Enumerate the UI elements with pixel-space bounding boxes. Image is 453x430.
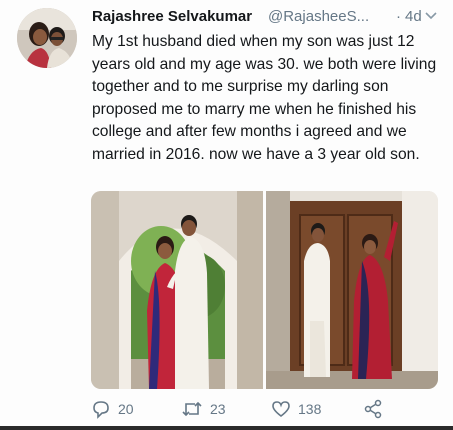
- reply-button[interactable]: 20: [91, 396, 134, 422]
- author-name[interactable]: Rajashree Selvakumar: [92, 8, 252, 25]
- tweet-actions: 20 23 138: [0, 396, 453, 422]
- avatar[interactable]: [17, 8, 77, 68]
- like-icon: [272, 401, 290, 418]
- share-button[interactable]: [363, 396, 383, 422]
- like-button[interactable]: 138: [271, 396, 321, 422]
- tweet-card[interactable]: Rajashree Selvakumar @RajasheeS... · 4d …: [0, 0, 453, 426]
- bottom-edge: [0, 426, 453, 430]
- author-handle[interactable]: @RajasheeS...: [268, 8, 369, 25]
- like-count: 138: [298, 401, 322, 417]
- chevron-down-icon[interactable]: [425, 12, 437, 20]
- share-icon: [364, 399, 382, 419]
- reply-icon: [93, 401, 109, 419]
- media-photo-2[interactable]: [266, 191, 438, 389]
- tweet-text: My 1st husband died when my son was just…: [92, 33, 437, 163]
- media-photo-1[interactable]: [91, 191, 263, 389]
- retweet-count: 23: [210, 401, 226, 417]
- separator-dot: ·: [396, 8, 401, 25]
- tweet-media[interactable]: [91, 191, 438, 389]
- retweet-button[interactable]: 23: [181, 396, 226, 422]
- retweet-icon: [182, 401, 202, 417]
- tweet-timestamp[interactable]: 4d: [405, 8, 422, 25]
- reply-count: 20: [118, 401, 134, 417]
